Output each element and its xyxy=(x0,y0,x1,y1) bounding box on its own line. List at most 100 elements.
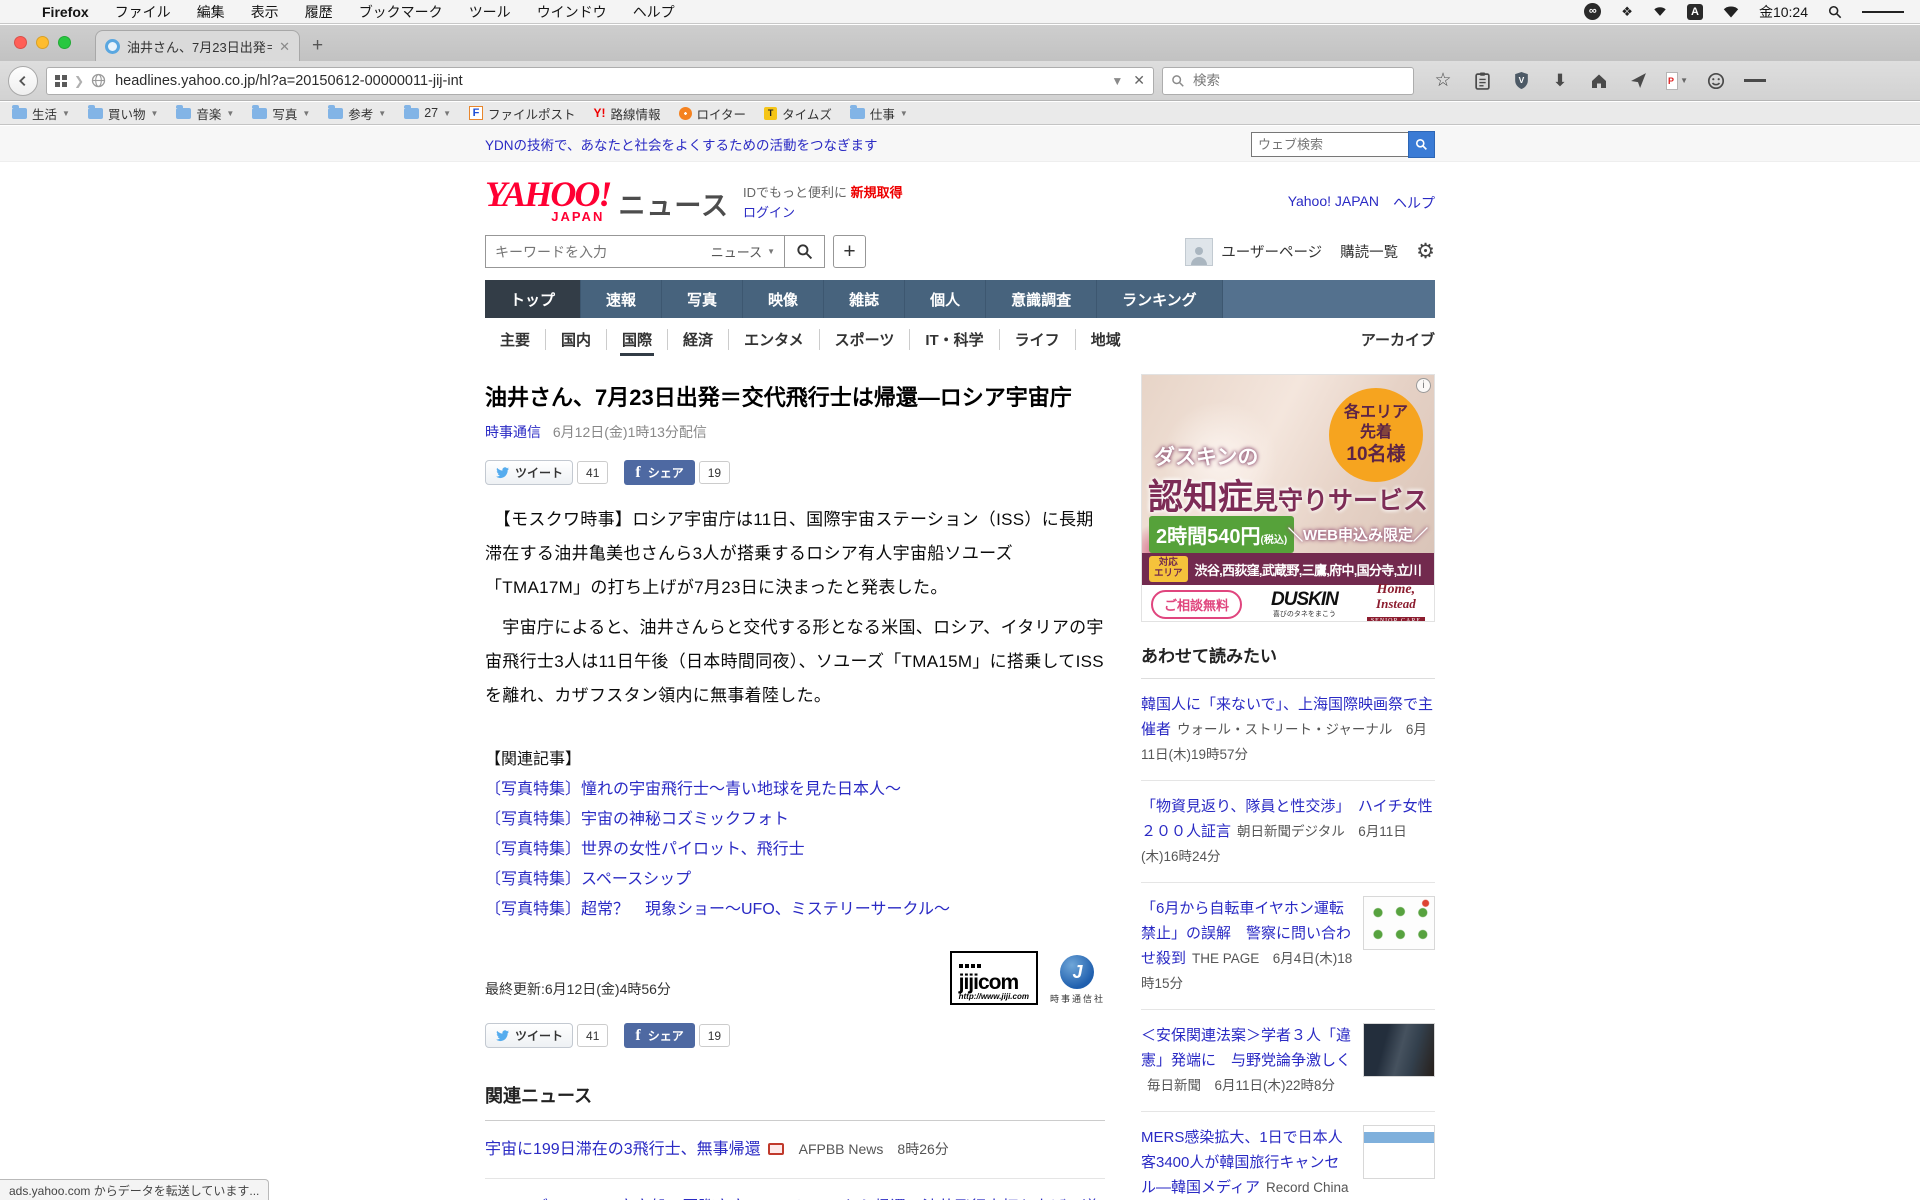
subscriptions-link[interactable]: 購読一覧 xyxy=(1340,241,1398,262)
feedback-smiley-icon[interactable] xyxy=(1705,70,1727,92)
spotlight-icon[interactable] xyxy=(1828,5,1842,19)
menu-help[interactable]: ヘルプ xyxy=(633,2,675,22)
tab-personal[interactable]: 個人 xyxy=(905,280,986,318)
menu-history[interactable]: 履歴 xyxy=(305,2,333,22)
add-search-button[interactable]: + xyxy=(833,235,866,268)
yahoo-news-logo[interactable]: YAHOO! JAPAN ニュース xyxy=(485,176,729,223)
share-plane-icon[interactable] xyxy=(1627,70,1649,92)
subnav-region[interactable]: 地域 xyxy=(1075,329,1136,350)
web-search-input[interactable] xyxy=(1251,132,1409,157)
subnav-entertainment[interactable]: エンタメ xyxy=(728,329,819,350)
close-window-button[interactable] xyxy=(14,36,27,49)
ad-info-icon[interactable]: i xyxy=(1416,378,1431,393)
bookmark-folder-photo[interactable]: 写真▼ xyxy=(252,104,310,123)
bookmark-filepost[interactable]: Fファイルポスト xyxy=(469,104,576,123)
ad-consult-button[interactable]: ご相談無料 xyxy=(1151,590,1242,619)
related-link[interactable]: 〔写真特集〕世界の女性パイロット、飛行士 xyxy=(485,835,1105,865)
news-thumbnail[interactable] xyxy=(1363,1023,1435,1077)
menu-view[interactable]: 表示 xyxy=(251,2,279,22)
browser-search-bar[interactable] xyxy=(1162,67,1414,95)
bookmark-folder-life[interactable]: 生活▼ xyxy=(12,104,70,123)
news-search-button[interactable] xyxy=(785,235,825,268)
url-input[interactable] xyxy=(113,72,1104,90)
subnav-domestic[interactable]: 国内 xyxy=(545,329,606,350)
login-link[interactable]: ログイン xyxy=(743,205,795,220)
yahoo-japan-link[interactable]: Yahoo! JAPAN xyxy=(1288,193,1379,213)
tab-top[interactable]: トップ xyxy=(485,280,581,318)
notification-center-icon[interactable] xyxy=(1862,8,1904,16)
creative-cloud-icon[interactable]: ∞ xyxy=(1584,3,1601,20)
bookmark-folder-27[interactable]: 27▼ xyxy=(404,106,451,120)
menu-file[interactable]: ファイル xyxy=(115,2,171,22)
tab-close-icon[interactable]: ✕ xyxy=(279,39,290,55)
related-link[interactable]: 〔写真特集〕憧れの宇宙飛行士～青い地球を見た日本人～ xyxy=(485,775,1105,805)
tab-magazine[interactable]: 雑誌 xyxy=(824,280,905,318)
site-tiles-icon[interactable] xyxy=(55,75,67,87)
bookmark-folder-reference[interactable]: 参考▼ xyxy=(328,104,386,123)
home-icon[interactable] xyxy=(1588,70,1610,92)
subnav-it-science[interactable]: IT・科学 xyxy=(909,329,998,350)
web-search-button[interactable] xyxy=(1408,131,1435,158)
search-category-dropdown[interactable]: ニュース▼ xyxy=(702,242,784,261)
bookmark-times[interactable]: Tタイムズ xyxy=(764,104,832,123)
reading-list-icon[interactable] xyxy=(1471,70,1493,92)
url-dropdown-icon[interactable]: ▼ xyxy=(1111,74,1123,88)
archive-link[interactable]: アーカイブ xyxy=(1361,329,1435,350)
user-page-link[interactable]: ユーザーページ xyxy=(1185,238,1322,266)
tweet-button[interactable]: ツイート xyxy=(485,460,573,485)
bookmark-folder-shopping[interactable]: 買い物▼ xyxy=(88,104,158,123)
subnav-international[interactable]: 国際 xyxy=(606,329,667,350)
pdf-converter-icon[interactable]: P▼ xyxy=(1666,70,1688,92)
subnav-sports[interactable]: スポーツ xyxy=(819,329,910,350)
subnav-life[interactable]: ライフ xyxy=(999,329,1075,350)
dropbox-icon[interactable]: ❖ xyxy=(1621,4,1633,20)
tweet-button[interactable]: ツイート xyxy=(485,1023,573,1048)
menubar-clock[interactable]: 金10:24 xyxy=(1759,2,1808,22)
related-link[interactable]: 〔写真特集〕宇宙の神秘コズミックフォト xyxy=(485,805,1105,835)
airport-signal-icon[interactable] xyxy=(1653,6,1667,17)
facebook-share-button[interactable]: f シェア xyxy=(624,1023,694,1048)
tab-video[interactable]: 映像 xyxy=(743,280,824,318)
keyword-input[interactable] xyxy=(486,244,702,260)
input-method-icon[interactable]: A xyxy=(1687,4,1703,20)
tweet-count[interactable]: 41 xyxy=(577,1024,608,1047)
wifi-icon[interactable] xyxy=(1723,6,1739,18)
source-link[interactable]: 時事通信 xyxy=(485,424,541,440)
new-tab-button[interactable]: + xyxy=(312,36,323,55)
minimize-window-button[interactable] xyxy=(36,36,49,49)
subnav-economy[interactable]: 経済 xyxy=(667,329,728,350)
news-thumbnail[interactable] xyxy=(1363,896,1435,950)
bookmark-folder-music[interactable]: 音楽▼ xyxy=(176,104,234,123)
subnav-main[interactable]: 主要 xyxy=(485,329,545,350)
register-link[interactable]: 新規取得 xyxy=(851,185,903,200)
browser-search-input[interactable] xyxy=(1191,72,1405,89)
related-link[interactable]: 〔写真特集〕スペースシップ xyxy=(485,865,1105,895)
tweet-count[interactable]: 41 xyxy=(577,461,608,484)
bookmark-star-icon[interactable]: ☆ xyxy=(1432,70,1454,92)
share-count[interactable]: 19 xyxy=(699,1024,730,1047)
browser-tab[interactable]: 油井さん、7月23日出発＝交... ✕ xyxy=(95,30,300,62)
downloads-icon[interactable]: ⬇ xyxy=(1549,70,1571,92)
menu-edit[interactable]: 編集 xyxy=(197,2,225,22)
share-count[interactable]: 19 xyxy=(699,461,730,484)
bookmark-transit[interactable]: Y!路線情報 xyxy=(594,104,661,123)
promo-link[interactable]: YDNの技術で、あなたと社会をよくするための活動をつなぎます xyxy=(485,134,877,154)
related-link[interactable]: 〔写真特集〕超常？ 現象ショー～UFO、ミステリーサークル～ xyxy=(485,895,1105,925)
back-button[interactable] xyxy=(8,66,38,96)
sidebar-news-link[interactable]: ＜安保関連法案＞学者３人「違憲」発端に 与野党論争激しく xyxy=(1141,1027,1351,1069)
zoom-window-button[interactable] xyxy=(58,36,71,49)
gear-icon[interactable]: ⚙ xyxy=(1416,239,1435,264)
menu-tools[interactable]: ツール xyxy=(469,2,511,22)
help-link[interactable]: ヘルプ xyxy=(1393,193,1435,213)
menu-firefox[interactable]: Firefox xyxy=(42,4,89,20)
menu-bookmarks[interactable]: ブックマーク xyxy=(359,2,443,22)
bookmark-folder-work[interactable]: 仕事▼ xyxy=(850,104,908,123)
menu-hamburger-icon[interactable] xyxy=(1744,70,1766,92)
tab-photo[interactable]: 写真 xyxy=(662,280,743,318)
keyword-search-field[interactable]: ニュース▼ xyxy=(485,235,785,268)
tab-poll[interactable]: 意識調査 xyxy=(986,280,1097,318)
news-thumbnail[interactable] xyxy=(1363,1125,1435,1179)
facebook-share-button[interactable]: f シェア xyxy=(624,460,694,485)
tab-flash[interactable]: 速報 xyxy=(581,280,662,318)
shield-extension-icon[interactable]: V xyxy=(1510,70,1532,92)
